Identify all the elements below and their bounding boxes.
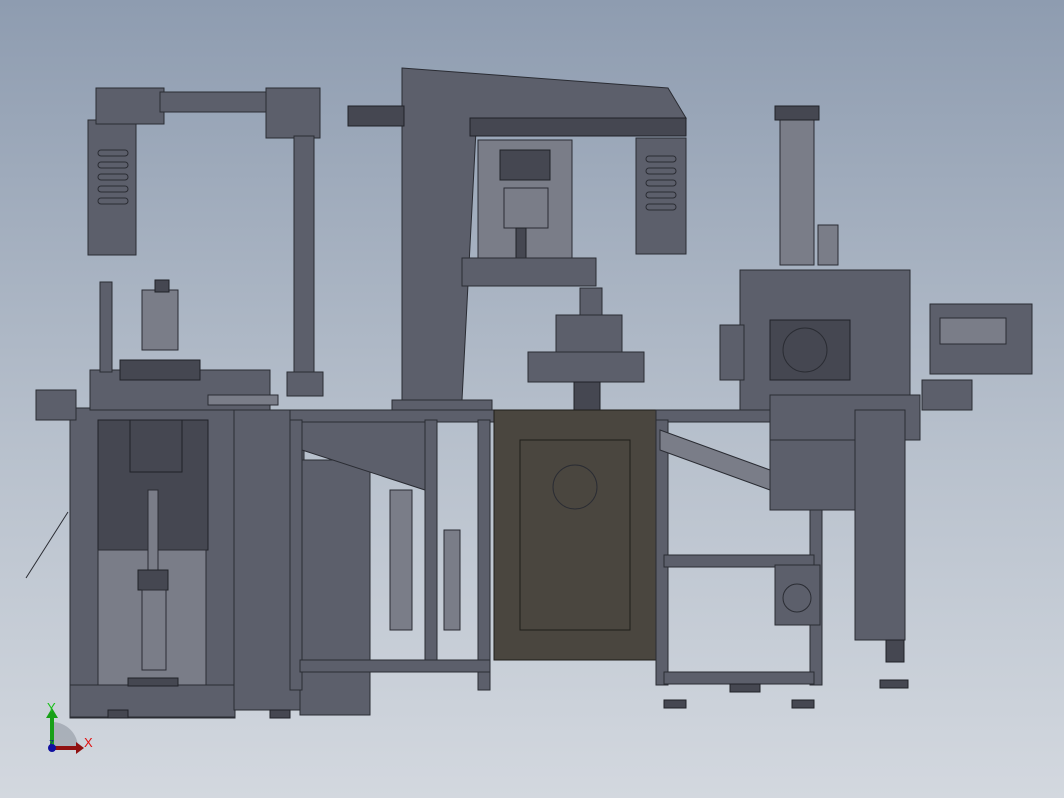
assembly-model	[25, 67, 1033, 719]
x-axis-label: X	[84, 735, 93, 750]
y-axis-label: Y	[47, 700, 56, 715]
central-press	[347, 67, 687, 413]
cad-viewport[interactable]: Y X Z	[0, 0, 1064, 798]
z-axis-label: Z	[49, 739, 54, 748]
left-station	[25, 279, 371, 719]
right-station	[663, 105, 1033, 709]
